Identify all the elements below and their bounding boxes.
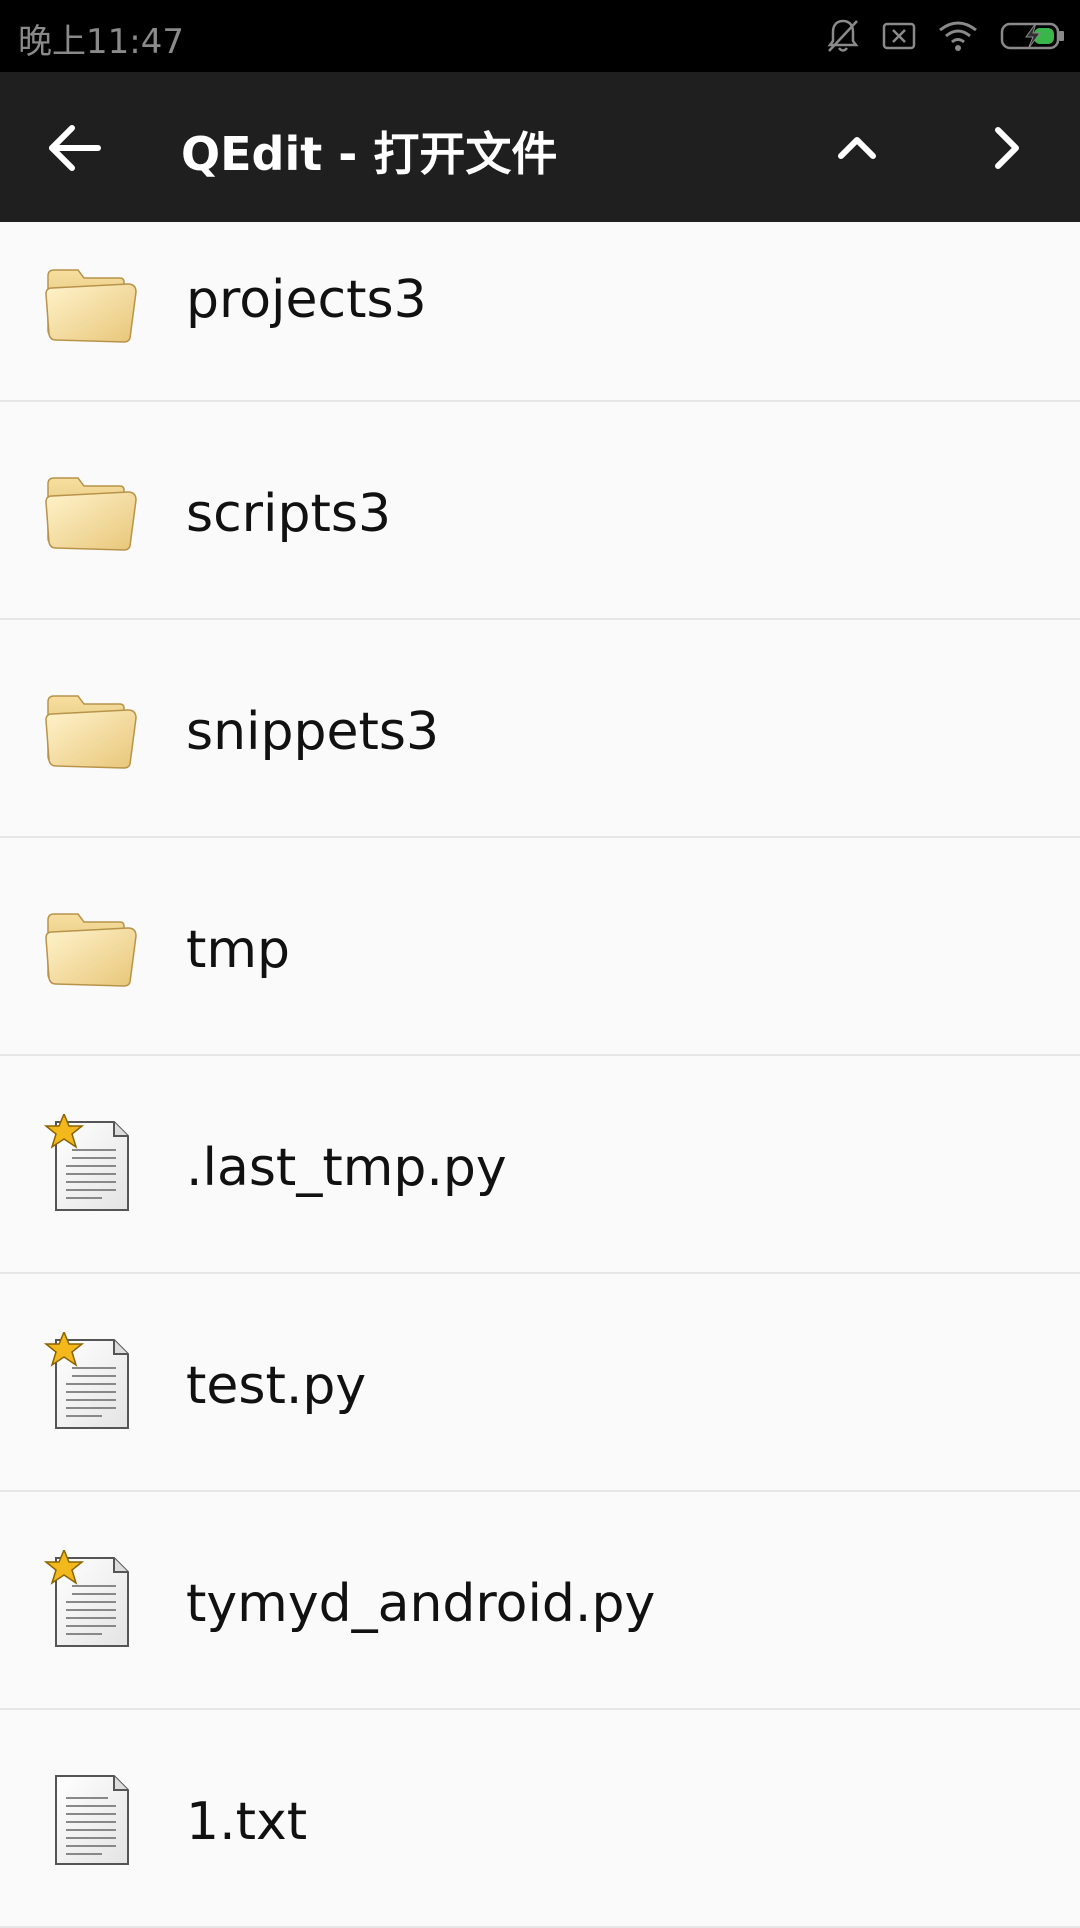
file-name: projects3 [186, 270, 427, 330]
sim-error-icon [882, 21, 916, 51]
file-name: tymyd_android.py [186, 1574, 656, 1634]
folder-icon [42, 460, 142, 560]
arrow-left-icon [49, 125, 101, 171]
file-name: .last_tmp.py [186, 1138, 507, 1198]
file-name: snippets3 [186, 702, 440, 762]
status-time: 晚上11:47 [18, 22, 184, 62]
script-file-icon [42, 1548, 142, 1650]
list-item[interactable]: projects3 [0, 222, 1080, 402]
status-bar: 晚上11:47 [0, 0, 1080, 72]
page-title: QEdit - 打开文件 [181, 127, 558, 181]
bell-off-icon [826, 17, 860, 55]
parent-directory-button[interactable] [825, 116, 889, 180]
list-item[interactable]: tymyd_android.py [0, 1492, 1080, 1710]
forward-button[interactable] [974, 116, 1038, 180]
folder-icon [42, 252, 142, 352]
script-file-icon [42, 1330, 142, 1432]
list-item[interactable]: scripts3 [0, 402, 1080, 620]
battery-charging-icon [1000, 21, 1066, 51]
app-toolbar: QEdit - 打开文件 [0, 72, 1080, 222]
chevron-up-icon [838, 137, 876, 159]
file-name: test.py [186, 1356, 367, 1416]
list-item[interactable]: 1.txt [0, 1710, 1080, 1928]
list-item[interactable]: tmp [0, 838, 1080, 1056]
file-list: projects3 scripts3 snippets3 tmp .last_t… [0, 222, 1080, 1928]
file-name: 1.txt [186, 1792, 308, 1852]
list-item[interactable]: test.py [0, 1274, 1080, 1492]
file-name: scripts3 [186, 484, 392, 544]
wifi-icon [938, 20, 978, 52]
list-item[interactable]: .last_tmp.py [0, 1056, 1080, 1274]
script-file-icon [42, 1112, 142, 1214]
folder-icon [42, 678, 142, 778]
folder-icon [42, 896, 142, 996]
back-button[interactable] [42, 116, 106, 180]
chevron-right-icon [995, 127, 1019, 169]
list-item[interactable]: snippets3 [0, 620, 1080, 838]
file-name: tmp [186, 920, 291, 980]
status-icons [826, 16, 1066, 56]
text-file-icon [42, 1768, 142, 1868]
